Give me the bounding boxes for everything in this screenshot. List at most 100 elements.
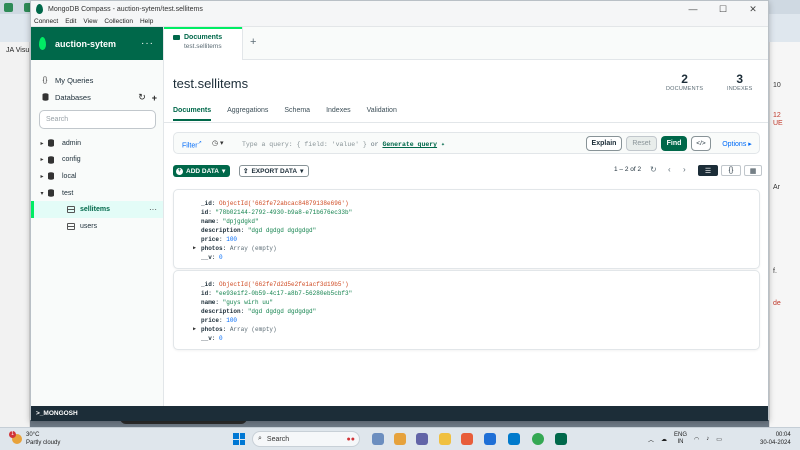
field-row: _id: ObjectId('662fe7d2d5e2fe1acf3d19b5'… [201, 281, 349, 288]
plus-circle-icon: + [176, 167, 183, 175]
subtab-validation[interactable]: Validation [367, 103, 397, 121]
menu-connect[interactable]: Connect [34, 18, 58, 25]
chrome-icon[interactable] [532, 433, 544, 445]
next-page-icon[interactable]: › [683, 165, 686, 174]
vscode-icon[interactable] [508, 433, 520, 445]
close-button[interactable]: ✕ [738, 1, 768, 17]
teams-icon[interactable] [416, 433, 428, 445]
field-row: id: "78b02144-2792-4930-b9a8-e71b676ec33… [201, 209, 353, 216]
add-tab-button[interactable]: + [250, 36, 256, 48]
compass-icon[interactable] [555, 433, 567, 445]
database-icon [48, 139, 54, 148]
export-icon: ⇪ [243, 168, 249, 175]
background-left-strip [0, 42, 30, 428]
export-data-button[interactable]: ⇪ EXPORT DATA ▾ [239, 165, 310, 177]
database-item-config[interactable]: ▸ config [31, 152, 163, 169]
options-button[interactable]: Options ▸ [718, 136, 756, 151]
background-right-text: de [773, 300, 781, 307]
system-tray: ︿ ☁ ENG IN ◠ ♪ ▭ [648, 432, 722, 446]
clock[interactable]: 00:04 30-04-2024 [760, 431, 791, 447]
query-history-icon[interactable]: ◷ ▾ [212, 139, 224, 147]
menu-view[interactable]: View [83, 18, 97, 25]
compass-window: MongoDB Compass - auction-sytem/test.sel… [30, 0, 769, 421]
caret-down-icon: ▾ [221, 168, 226, 175]
my-queries-item[interactable]: {} My Queries [31, 72, 163, 89]
add-data-label: ADD DATA [186, 167, 219, 175]
tab-documents[interactable]: Documents test.sellitems [164, 27, 243, 60]
background-right-text: 12 [773, 112, 781, 119]
caret-right-icon[interactable]: ▸ [37, 140, 47, 147]
find-button[interactable]: Find [661, 136, 687, 151]
subtab-aggregations[interactable]: Aggregations [227, 103, 268, 121]
caret-right-icon[interactable]: ▸ [37, 173, 47, 180]
store-icon[interactable] [484, 433, 496, 445]
document-card[interactable]: _id: ObjectId('662fe72abcac84879138e696'… [173, 189, 760, 269]
weather-widget[interactable]: 1 30°C Partly cloudy [9, 431, 61, 447]
connection-name: auction-sytem [55, 38, 117, 49]
prev-page-icon[interactable]: ‹ [668, 165, 671, 174]
subtab-documents[interactable]: Documents [173, 103, 212, 121]
connection-header[interactable]: auction-sytem ··· [31, 27, 163, 60]
speaker-icon[interactable]: ♪ [706, 436, 709, 442]
subtab-schema[interactable]: Schema [284, 103, 310, 121]
document-card[interactable]: _id: ObjectId('662fe7d2d5e2fe1acf3d19b5'… [173, 270, 760, 350]
subtab-indexes[interactable]: Indexes [326, 103, 351, 121]
file-explorer-icon[interactable] [439, 433, 451, 445]
maximize-button[interactable]: ☐ [708, 1, 738, 17]
caret-down-icon[interactable]: ▾ [37, 190, 47, 197]
database-item-admin[interactable]: ▸ admin [31, 135, 163, 152]
filter-text: Filter [182, 142, 198, 150]
copilot-icon[interactable] [372, 433, 384, 445]
filter-label[interactable]: Filter↗ [182, 140, 202, 149]
battery-icon[interactable]: ▭ [716, 436, 722, 443]
collection-label: sellitems [80, 206, 110, 214]
sidebar-search-input[interactable]: Search [39, 110, 156, 129]
query-input[interactable]: Type a query: { field: 'value' } or Gene… [242, 140, 445, 148]
cloud-icon[interactable]: ☁ [661, 436, 667, 443]
expand-icon[interactable]: ▶ [193, 325, 196, 334]
widgets-icon[interactable] [394, 433, 406, 445]
windows-start-icon[interactable] [233, 433, 245, 445]
collection-item-sellitems[interactable]: sellitems ··· [31, 201, 163, 218]
minimize-button[interactable]: — [678, 1, 708, 17]
database-item-local[interactable]: ▸ local [31, 168, 163, 185]
menu-collection[interactable]: Collection [104, 18, 133, 25]
refresh-icon[interactable]: ↻ [138, 92, 146, 103]
window-title: MongoDB Compass - auction-sytem/test.sel… [48, 5, 203, 13]
add-database-icon[interactable]: + [152, 93, 157, 103]
refresh-icon[interactable]: ↻ [650, 165, 657, 174]
expand-icon[interactable]: ▶ [193, 244, 196, 253]
taskbar-search[interactable]: ⌕ Search ●● [252, 431, 360, 447]
time: 00:04 [775, 432, 791, 438]
database-item-test[interactable]: ▾ test [31, 185, 163, 202]
connection-more-button[interactable]: ··· [141, 38, 154, 49]
mongosh-bar[interactable]: >_MONGOSH [31, 406, 768, 421]
media-icon[interactable] [461, 433, 473, 445]
date: 30-04-2024 [760, 440, 791, 446]
generate-query-link[interactable]: Generate query [382, 141, 437, 148]
reset-button[interactable]: Reset [626, 136, 657, 151]
weather-condition: Partly cloudy [26, 440, 61, 446]
divider [164, 122, 768, 123]
code-view-button[interactable]: </> [691, 136, 711, 151]
table-view-button[interactable]: ▦ [744, 165, 762, 176]
chevron-up-icon[interactable]: ︿ [648, 435, 654, 444]
add-data-button[interactable]: + ADD DATA ▾ [173, 165, 231, 177]
explain-button[interactable]: Explain [586, 136, 622, 151]
menu-help[interactable]: Help [140, 18, 153, 25]
wifi-icon[interactable]: ◠ [694, 436, 699, 443]
list-view-button[interactable]: ☰ [698, 165, 718, 176]
search-icon: ⌕ [258, 435, 262, 442]
collection-icon [67, 206, 75, 214]
field-row: description: "dgd dgdgd dgdgdgd" [201, 308, 317, 315]
language-indicator[interactable]: ENG IN [674, 432, 687, 446]
collection-item-users[interactable]: users [31, 218, 163, 235]
menu-edit[interactable]: Edit [65, 18, 76, 25]
databases-item[interactable]: Databases ↻ + [31, 89, 163, 106]
caret-right-icon[interactable]: ▸ [37, 156, 47, 163]
menu-bar: Connect Edit View Collection Help [31, 17, 768, 27]
collection-label: users [80, 222, 98, 230]
json-view-button[interactable]: {} [721, 165, 741, 176]
collection-more-button[interactable]: ··· [149, 205, 157, 214]
field-value: 100 [226, 236, 238, 243]
